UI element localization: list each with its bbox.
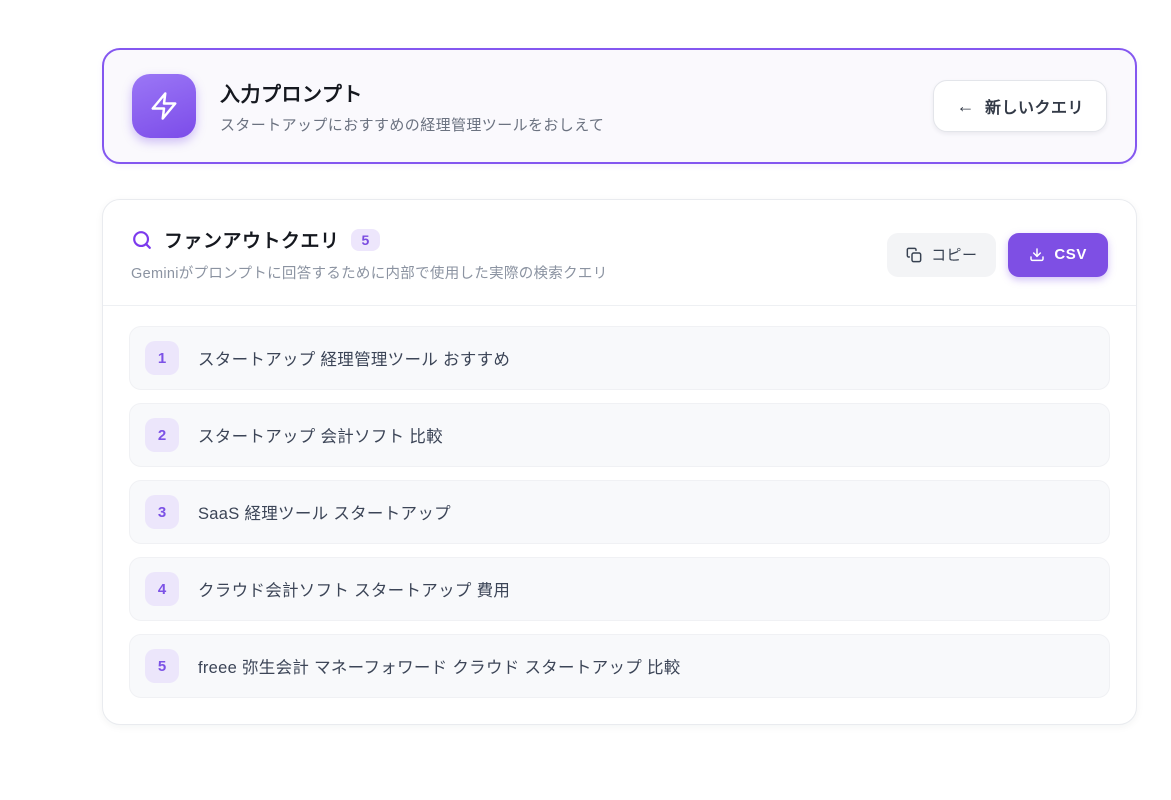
query-list-item[interactable]: 1 スタートアップ 経理管理ツール おすすめ — [129, 326, 1110, 390]
fanout-header-texts: ファンアウトクエリ 5 Geminiがプロンプトに回答するために内部で使用した実… — [131, 226, 608, 283]
query-text: スタートアップ 経理管理ツール おすすめ — [198, 346, 510, 370]
query-text: freee 弥生会計 マネーフォワード クラウド スタートアップ 比較 — [198, 654, 681, 678]
query-list-item[interactable]: 3 SaaS 経理ツール スタートアップ — [129, 480, 1110, 544]
query-number-badge: 2 — [145, 418, 179, 452]
copy-icon — [906, 247, 922, 263]
new-query-button[interactable]: ← 新しいクエリ — [933, 80, 1107, 132]
fanout-query-card: ファンアウトクエリ 5 Geminiがプロンプトに回答するために内部で使用した実… — [102, 199, 1137, 725]
copy-button[interactable]: コピー — [887, 233, 996, 277]
copy-button-label: コピー — [931, 244, 977, 265]
page-container: 入力プロンプト スタートアップにおすすめの経理管理ツールをおしえて ← 新しいク… — [102, 48, 1137, 725]
fanout-header: ファンアウトクエリ 5 Geminiがプロンプトに回答するために内部で使用した実… — [103, 200, 1136, 305]
query-number-badge: 4 — [145, 572, 179, 606]
query-list-item[interactable]: 4 クラウド会計ソフト スタートアップ 費用 — [129, 557, 1110, 621]
query-number-badge: 5 — [145, 649, 179, 683]
lightning-icon — [132, 74, 196, 138]
query-list-item[interactable]: 5 freee 弥生会計 マネーフォワード クラウド スタートアップ 比較 — [129, 634, 1110, 698]
left-arrow-icon: ← — [956, 97, 975, 115]
fanout-title-row: ファンアウトクエリ 5 — [131, 226, 608, 253]
query-text: SaaS 経理ツール スタートアップ — [198, 500, 451, 524]
header-actions: コピー CSV — [887, 233, 1108, 277]
csv-button-label: CSV — [1054, 246, 1087, 263]
prompt-card-title: 入力プロンプト — [220, 78, 909, 107]
fanout-card-title: ファンアウトクエリ — [164, 226, 340, 253]
new-query-button-label: 新しいクエリ — [985, 94, 1084, 118]
prompt-texts: 入力プロンプト スタートアップにおすすめの経理管理ツールをおしえて — [220, 78, 909, 135]
query-count-badge: 5 — [351, 229, 381, 251]
query-number-badge: 3 — [145, 495, 179, 529]
query-list: 1 スタートアップ 経理管理ツール おすすめ 2 スタートアップ 会計ソフト 比… — [103, 306, 1136, 724]
input-prompt-card: 入力プロンプト スタートアップにおすすめの経理管理ツールをおしえて ← 新しいク… — [102, 48, 1137, 164]
query-list-item[interactable]: 2 スタートアップ 会計ソフト 比較 — [129, 403, 1110, 467]
prompt-text: スタートアップにおすすめの経理管理ツールをおしえて — [220, 114, 909, 135]
search-icon — [131, 229, 153, 251]
csv-download-button[interactable]: CSV — [1008, 233, 1108, 277]
query-number-badge: 1 — [145, 341, 179, 375]
query-text: スタートアップ 会計ソフト 比較 — [198, 423, 443, 447]
fanout-card-subtitle: Geminiがプロンプトに回答するために内部で使用した実際の検索クエリ — [131, 262, 608, 283]
query-text: クラウド会計ソフト スタートアップ 費用 — [198, 577, 510, 601]
download-icon — [1029, 247, 1045, 263]
